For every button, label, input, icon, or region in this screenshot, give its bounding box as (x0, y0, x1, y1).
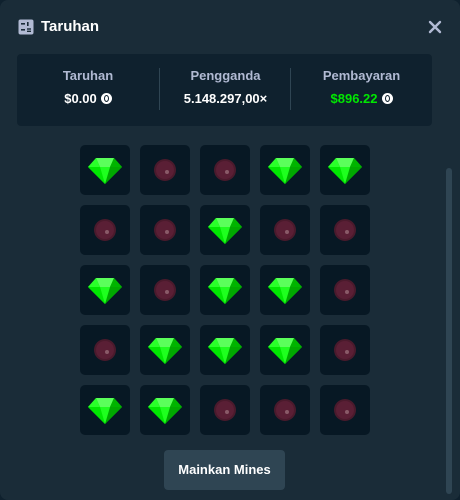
gem-icon (88, 158, 122, 184)
mine-icon (154, 159, 176, 181)
gem-icon (208, 218, 242, 244)
tile-mine[interactable] (320, 205, 370, 255)
tile-mine[interactable] (140, 205, 190, 255)
gem-icon (148, 398, 182, 424)
mine-icon (94, 219, 116, 241)
modal-header: Taruhan (0, 0, 460, 56)
bet-value: $0.00 (64, 91, 97, 106)
tile-gem[interactable] (80, 265, 130, 315)
payout-value-row: $896.22 (291, 91, 432, 107)
mine-icon (334, 279, 356, 301)
tile-mine[interactable] (320, 265, 370, 315)
gem-icon (268, 338, 302, 364)
multiplier-label: Pengganda (190, 68, 261, 83)
tile-gem[interactable] (140, 385, 190, 435)
tile-mine[interactable] (200, 385, 250, 435)
gem-icon (208, 338, 242, 364)
tile-mine[interactable] (80, 205, 130, 255)
tile-mine[interactable] (320, 325, 370, 375)
gem-icon (268, 158, 302, 184)
mine-icon (334, 399, 356, 421)
bet-value-row: $0.00 (17, 91, 159, 107)
bet-stats-panel: Taruhan $0.00 Pengganda 5.148.297,00× Pe… (17, 54, 432, 126)
tile-mine[interactable] (260, 385, 310, 435)
modal-title: Taruhan (41, 18, 100, 35)
multiplier-value: 5.148.297,00× (183, 91, 268, 106)
payout-value: $896.22 (330, 91, 378, 106)
tile-mine[interactable] (80, 325, 130, 375)
scrollbar[interactable] (446, 168, 452, 494)
tile-gem[interactable] (320, 145, 370, 195)
gem-icon (268, 278, 302, 304)
payout-label: Pembayaran (322, 68, 401, 83)
tile-mine[interactable] (140, 145, 190, 195)
mine-icon (154, 279, 176, 301)
close-icon[interactable] (426, 18, 444, 36)
play-mines-button[interactable]: Mainkan Mines (164, 450, 285, 490)
mine-icon (94, 339, 116, 361)
gem-icon (88, 398, 122, 424)
tile-mine[interactable] (140, 265, 190, 315)
gem-icon (328, 158, 362, 184)
stat-payout: Pembayaran $896.22 (291, 54, 432, 126)
tile-gem[interactable] (260, 325, 310, 375)
mine-icon (154, 219, 176, 241)
mine-icon (214, 399, 236, 421)
gem-icon (88, 278, 122, 304)
gem-icon (208, 278, 242, 304)
tile-mine[interactable] (200, 145, 250, 195)
tile-gem[interactable] (80, 385, 130, 435)
tile-gem[interactable] (260, 145, 310, 195)
bet-slip-icon (18, 19, 34, 35)
tile-gem[interactable] (200, 205, 250, 255)
tile-gem[interactable] (200, 325, 250, 375)
tile-gem[interactable] (200, 265, 250, 315)
mine-icon (334, 219, 356, 241)
tile-mine[interactable] (260, 205, 310, 255)
mine-icon (274, 219, 296, 241)
mine-icon (334, 339, 356, 361)
tile-gem[interactable] (140, 325, 190, 375)
tile-gem[interactable] (80, 145, 130, 195)
stat-bet: Taruhan $0.00 (17, 54, 159, 126)
tile-mine[interactable] (320, 385, 370, 435)
mine-icon (274, 399, 296, 421)
gem-icon (148, 338, 182, 364)
coin-icon (381, 93, 393, 104)
stat-multiplier: Pengganda 5.148.297,00× (160, 54, 291, 126)
mine-icon (214, 159, 236, 181)
coin-icon (100, 93, 112, 104)
tile-gem[interactable] (260, 265, 310, 315)
bet-label: Taruhan (62, 68, 114, 83)
bet-detail-modal: Taruhan Taruhan $0.00 Pengganda 5.148.29… (0, 0, 460, 500)
